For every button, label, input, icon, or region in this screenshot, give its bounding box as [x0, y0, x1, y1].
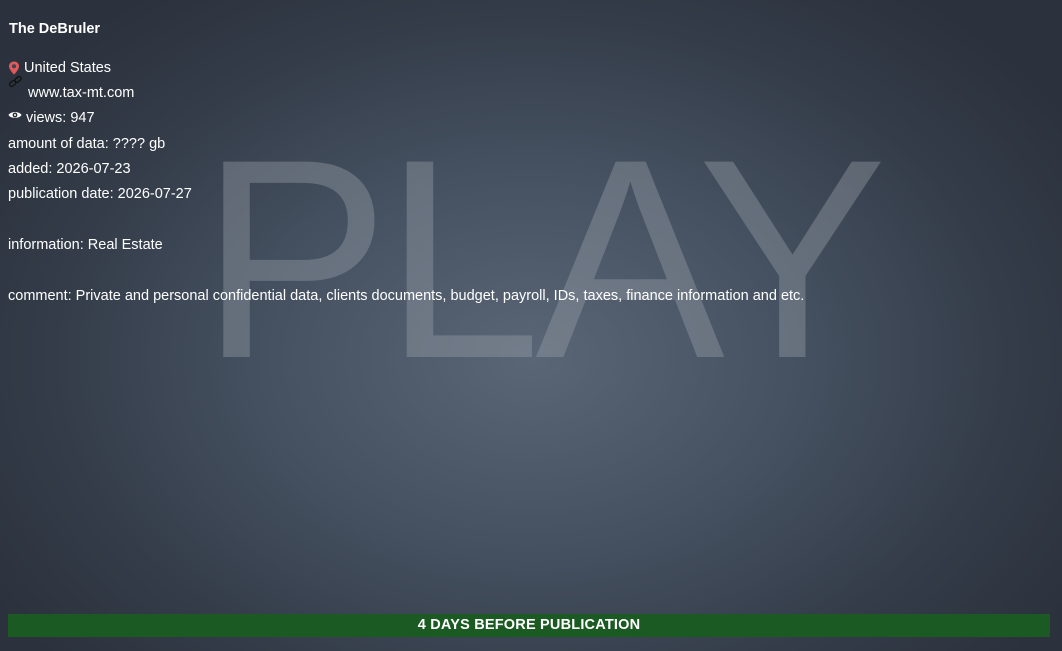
link-icon: [8, 75, 28, 89]
victim-card: The DeBruler United States www.tax-mt.co…: [8, 20, 1050, 311]
information-text: information: Real Estate: [8, 236, 163, 253]
views-text: views: 947: [26, 110, 95, 127]
views-row: views: 947: [8, 108, 1050, 133]
country-text: United States: [24, 60, 112, 76]
publication-row: publication date: 2026-07-27: [8, 184, 1050, 209]
location-pin-icon: [8, 61, 22, 75]
added-date-text: added: 2026-07-23: [8, 160, 131, 177]
countdown-label: 4 DAYS BEFORE PUBLICATION: [417, 617, 641, 633]
publication-date-text: publication date: 2026-07-27: [8, 185, 192, 202]
country-row: United States: [8, 58, 1050, 83]
added-row: added: 2026-07-23: [8, 159, 1050, 184]
website-link[interactable]: www.tax-mt.com: [28, 83, 134, 103]
amount-row: amount of data: ???? gb: [8, 134, 1050, 159]
information-row: information: Real Estate: [8, 235, 1050, 260]
victim-name: The DeBruler: [9, 21, 101, 37]
website-row: www.tax-mt.com: [8, 76, 1050, 108]
comment-row: comment: Private and personal confidenti…: [8, 286, 1050, 311]
comment-text: comment: Private and personal confidenti…: [8, 287, 805, 304]
amount-of-data-text: amount of data: ???? gb: [8, 135, 166, 152]
eye-icon: [8, 110, 22, 124]
countdown-banner: 4 DAYS BEFORE PUBLICATION: [8, 614, 1050, 637]
